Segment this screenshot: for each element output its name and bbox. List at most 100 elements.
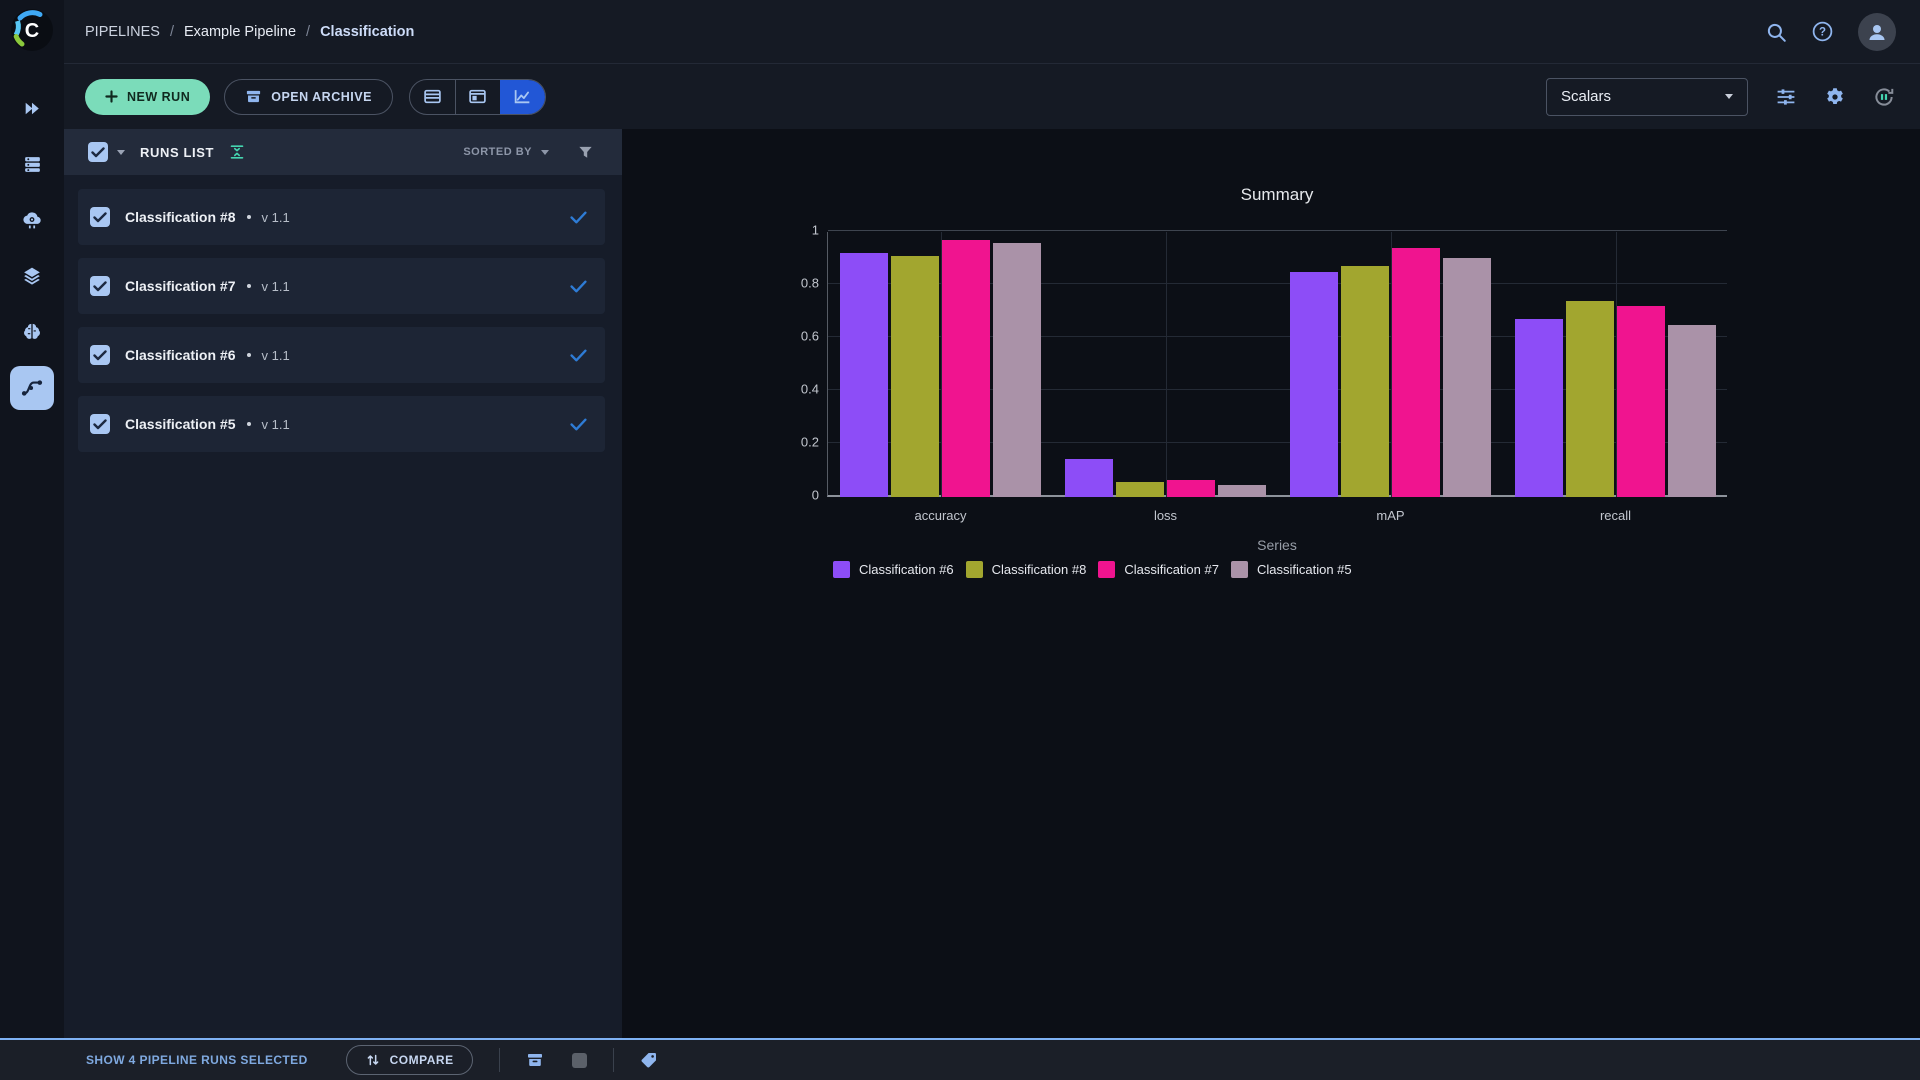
bar-classification-6[interactable] [1515, 319, 1563, 497]
legend-item[interactable]: Classification #6 [833, 561, 954, 578]
bar-classification-5[interactable] [993, 243, 1041, 497]
content-region: RUNS LIST SORTED BY Classification #8 v 1… [64, 129, 1920, 1038]
bar-classification-8[interactable] [1566, 301, 1614, 497]
filter-button[interactable] [577, 144, 594, 161]
add-tag-button[interactable] [640, 1051, 658, 1069]
footer-divider [498, 1048, 500, 1072]
plus-icon [105, 90, 118, 103]
bullet-dot [246, 284, 251, 288]
row-density-icon[interactable] [228, 143, 246, 161]
y-tick-label: 0.6 [800, 328, 819, 344]
x-tick-label: accuracy [914, 508, 967, 523]
bar-classification-8[interactable] [891, 256, 939, 497]
y-tick-label: 0 [811, 487, 819, 503]
bar-classification-7[interactable] [1392, 248, 1440, 497]
settings-button[interactable] [1824, 86, 1846, 108]
chart-legend: Series Classification #6 Classification #… [827, 537, 1727, 578]
sidebar-item-applications[interactable] [10, 198, 54, 242]
select-all-checkbox[interactable] [88, 142, 108, 162]
bar-classification-7[interactable] [942, 240, 990, 497]
sidebar-item-pipelines[interactable] [10, 366, 54, 410]
run-checkbox[interactable] [90, 414, 110, 434]
metric-select-value: Scalars [1561, 88, 1612, 105]
bar-classification-8[interactable] [1116, 482, 1164, 497]
runs-list-header: RUNS LIST SORTED BY [64, 129, 622, 175]
legend-title: Series [1257, 537, 1297, 553]
help-button[interactable]: ? [1811, 20, 1834, 43]
table-view-icon [423, 87, 442, 106]
pipeline-icon [20, 376, 44, 400]
runs-list-title: RUNS LIST [140, 144, 215, 160]
bar-classification-6[interactable] [1290, 272, 1338, 497]
selection-footer: SHOW 4 PIPELINE RUNS SELECTED COMPARE [0, 1038, 1920, 1080]
bar-group-mAP [1278, 232, 1503, 497]
run-row[interactable]: Classification #5 v 1.1 [78, 396, 605, 452]
run-checkbox[interactable] [90, 276, 110, 296]
selected-check-icon [570, 211, 587, 224]
compare-label: COMPARE [389, 1053, 454, 1067]
layers-icon [21, 265, 43, 287]
legend-label: Classification #8 [991, 562, 1087, 577]
legend-item[interactable]: Classification #8 [965, 561, 1087, 578]
gridline [828, 230, 1727, 231]
bullet-dot [246, 353, 251, 357]
bar-classification-5[interactable] [1443, 258, 1491, 497]
run-row[interactable]: Classification #7 v 1.1 [78, 258, 605, 314]
bar-classification-7[interactable] [1617, 306, 1665, 497]
x-tick-label: recall [1599, 508, 1632, 523]
breadcrumb-pipelines[interactable]: PIPELINES [85, 24, 160, 40]
run-row[interactable]: Classification #8 v 1.1 [78, 189, 605, 245]
sidebar: C [0, 0, 64, 1038]
legend-swatch [965, 561, 983, 578]
archive-action-button[interactable] [526, 1051, 544, 1069]
bar-classification-7[interactable] [1167, 480, 1215, 497]
split-view-toggle[interactable] [454, 79, 500, 114]
y-tick-label: 0.4 [800, 381, 819, 397]
table-view-toggle[interactable] [410, 80, 455, 114]
bar-classification-6[interactable] [1065, 459, 1113, 497]
run-checkbox[interactable] [90, 345, 110, 365]
search-button[interactable] [1765, 21, 1787, 43]
compare-button[interactable]: COMPARE [345, 1045, 473, 1075]
refresh-pause-icon [1872, 85, 1896, 109]
bar-classification-5[interactable] [1218, 485, 1266, 497]
clearml-logo[interactable]: C [10, 8, 54, 52]
selected-runs-link[interactable]: SHOW 4 PIPELINE RUNS SELECTED [86, 1053, 308, 1067]
bar-classification-5[interactable] [1668, 325, 1716, 497]
abort-icon[interactable] [571, 1052, 587, 1068]
metric-select[interactable]: Scalars [1546, 77, 1748, 116]
breadcrumb-example-pipeline[interactable]: Example Pipeline [184, 24, 296, 40]
archive-icon [245, 88, 262, 105]
search-icon [1765, 21, 1787, 43]
sidebar-item-models[interactable] [10, 310, 54, 354]
cloud-gear-icon [21, 209, 43, 231]
tag-icon [640, 1051, 658, 1069]
legend-item[interactable]: Classification #5 [1230, 561, 1352, 578]
bar-classification-6[interactable] [840, 253, 888, 497]
legend-label: Classification #7 [1124, 562, 1219, 577]
sorted-by-dropdown[interactable]: SORTED BY [463, 146, 549, 158]
run-row[interactable]: Classification #6 v 1.1 [78, 327, 605, 383]
sidebar-item-datasets[interactable] [10, 254, 54, 298]
y-tick-label: 0.8 [800, 275, 819, 291]
legend-item[interactable]: Classification #7 [1098, 561, 1219, 578]
breadcrumb-separator: / [306, 23, 311, 40]
top-region: C PIPELINES / Example Pipeline / Classif… [0, 0, 1920, 1038]
sidebar-item-projects[interactable] [10, 86, 54, 130]
chart-view-icon [513, 87, 532, 106]
auto-refresh-button[interactable] [1872, 85, 1896, 109]
tune-button[interactable] [1774, 85, 1798, 109]
sidebar-item-workers-queues[interactable] [10, 142, 54, 186]
x-tick-label: mAP [1376, 508, 1405, 523]
run-name: Classification #6 [125, 347, 236, 363]
y-tick-label: 1 [811, 222, 819, 238]
bar-group-loss [1053, 232, 1278, 497]
open-archive-button[interactable]: OPEN ARCHIVE [224, 78, 393, 115]
new-run-button[interactable]: NEW RUN [85, 78, 211, 115]
app-window: C PIPELINES / Example Pipeline / Classif… [0, 0, 1920, 1080]
run-checkbox[interactable] [90, 207, 110, 227]
select-menu-caret-icon[interactable] [117, 149, 125, 155]
user-avatar[interactable] [1858, 12, 1896, 51]
bar-classification-8[interactable] [1341, 266, 1389, 497]
chart-view-toggle[interactable] [499, 79, 545, 114]
